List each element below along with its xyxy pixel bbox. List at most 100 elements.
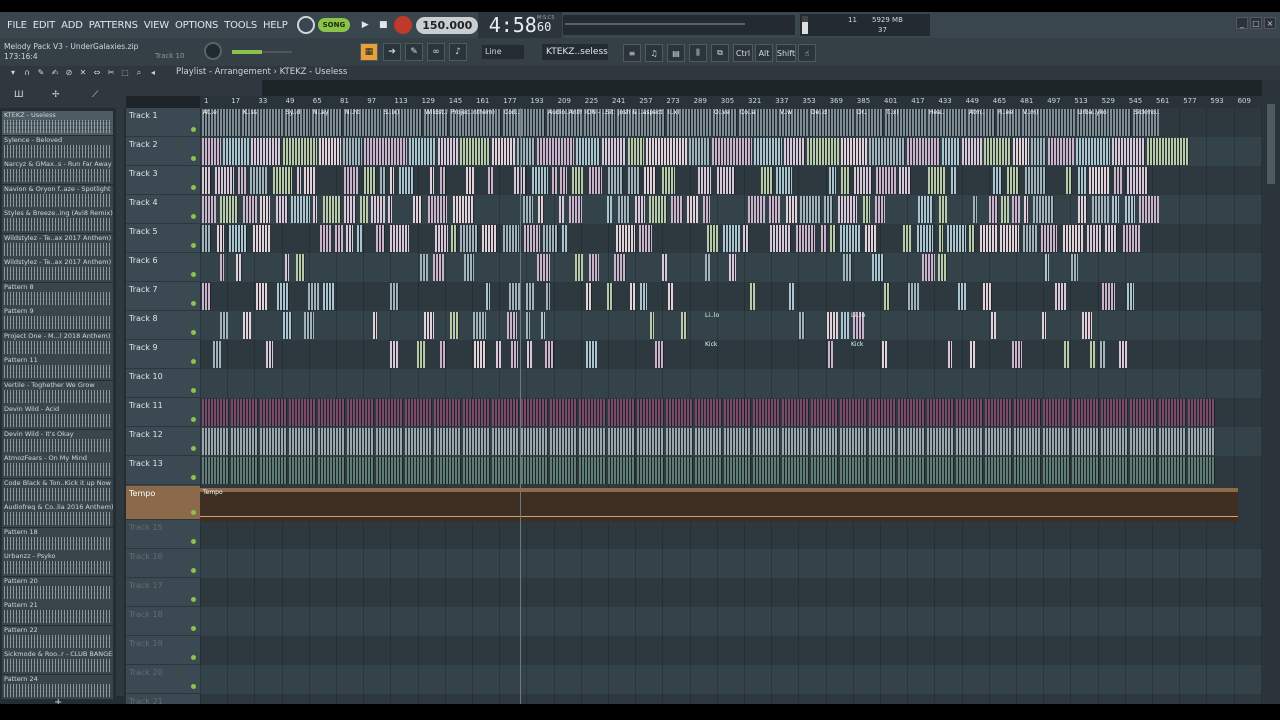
audio-clip[interactable]: [202, 457, 229, 484]
audio-clip[interactable]: [473, 312, 486, 339]
audio-clip[interactable]: [898, 428, 925, 455]
audio-clip[interactable]: [360, 196, 368, 223]
track-lane[interactable]: [200, 311, 1262, 340]
track-enable-icon[interactable]: [191, 510, 196, 515]
picker-item[interactable]: Devin Wild - Acid: [2, 405, 113, 429]
audio-clip[interactable]: [717, 167, 735, 194]
audio-clip[interactable]: [1023, 225, 1037, 252]
track-header[interactable]: Track 20: [126, 665, 200, 694]
audio-clip[interactable]: [869, 399, 896, 426]
audio-clip[interactable]: [985, 457, 1012, 484]
audio-clip[interactable]: [1159, 399, 1186, 426]
audio-clip[interactable]: [898, 399, 925, 426]
audio-clip[interactable]: V..w: [779, 109, 808, 136]
track-header[interactable]: Track 2: [126, 137, 200, 166]
audio-clip[interactable]: [291, 196, 310, 223]
audio-clip[interactable]: Hea..: [928, 109, 966, 136]
audio-clip[interactable]: [830, 225, 836, 252]
audio-clip[interactable]: [1076, 138, 1110, 165]
audio-clip[interactable]: [1125, 196, 1135, 223]
audio-clip[interactable]: [939, 196, 947, 223]
audio-clip[interactable]: [434, 399, 461, 426]
audio-clip[interactable]: [1101, 457, 1128, 484]
audio-clip[interactable]: [662, 254, 667, 281]
close-icon[interactable]: ×: [1264, 17, 1276, 29]
audio-clip[interactable]: [969, 225, 975, 252]
audio-clip[interactable]: Projec..nthem): [450, 109, 501, 136]
audio-clip[interactable]: [748, 196, 765, 223]
track-header[interactable]: Track 10: [126, 369, 200, 398]
audio-clip[interactable]: [687, 196, 698, 223]
track-header[interactable]: Track 16: [126, 549, 200, 578]
audio-clip[interactable]: [440, 341, 446, 368]
audio-clip[interactable]: [984, 138, 1011, 165]
link-icon[interactable]: ∞: [427, 43, 445, 61]
audio-clip[interactable]: [942, 138, 960, 165]
audio-clip[interactable]: [1072, 399, 1099, 426]
audio-clip[interactable]: [607, 283, 613, 310]
audio-clip[interactable]: [1007, 167, 1019, 194]
menu-edit[interactable]: EDIT: [30, 20, 58, 31]
audio-clip[interactable]: [695, 457, 722, 484]
audio-clip[interactable]: [579, 457, 606, 484]
audio-clip[interactable]: [420, 254, 428, 281]
audio-clip[interactable]: [1130, 399, 1157, 426]
audio-clip[interactable]: [323, 196, 341, 223]
audio-clip[interactable]: [405, 457, 432, 484]
track-enable-icon[interactable]: [191, 568, 196, 573]
audio-clip[interactable]: [840, 225, 860, 252]
audio-clip[interactable]: [586, 341, 597, 368]
audio-clip[interactable]: [750, 283, 755, 310]
audio-clip[interactable]: T..x): [885, 109, 926, 136]
audio-clip[interactable]: [451, 225, 457, 252]
audio-clip[interactable]: [840, 399, 867, 426]
track-header[interactable]: Track 9: [126, 340, 200, 369]
audio-clip[interactable]: [1064, 341, 1069, 368]
audio-clip[interactable]: [1043, 399, 1070, 426]
audio-clip[interactable]: [347, 399, 374, 426]
audio-clip[interactable]: [872, 254, 884, 281]
picker-item[interactable]: Code Black & Ton..Kick it up Now: [2, 478, 113, 503]
audio-clip[interactable]: [289, 457, 316, 484]
pattern-selector[interactable]: KTEKZ..seless: [542, 44, 608, 60]
picker-item[interactable]: Narcyz & GMax..s - Run Far Away: [2, 160, 113, 184]
audio-clip[interactable]: [202, 225, 211, 252]
audio-clip[interactable]: [898, 457, 925, 484]
audio-clip[interactable]: [980, 225, 997, 252]
audio-clip[interactable]: [1072, 428, 1099, 455]
audio-clip[interactable]: Cod..: [503, 109, 545, 136]
select-icon[interactable]: ⬚: [120, 67, 130, 78]
snap-select[interactable]: Line: [482, 45, 524, 59]
audio-clip[interactable]: [1105, 225, 1117, 252]
audio-clip[interactable]: [376, 457, 403, 484]
audio-clip[interactable]: [666, 428, 693, 455]
audio-clip[interactable]: [602, 138, 626, 165]
audio-clip[interactable]: [409, 138, 436, 165]
audio-clip[interactable]: [789, 283, 794, 310]
track-enable-icon[interactable]: [191, 330, 196, 335]
audio-clip[interactable]: [796, 225, 815, 252]
audio-clip[interactable]: [202, 399, 229, 426]
picker-item[interactable]: Vertile - Toghether We Grow: [2, 380, 113, 405]
audio-clip[interactable]: [541, 312, 545, 339]
playhead[interactable]: [520, 108, 521, 704]
audio-clip[interactable]: [546, 283, 550, 310]
audio-clip[interactable]: [256, 283, 267, 310]
audio-clip[interactable]: [646, 138, 687, 165]
track-header[interactable]: Tempo: [126, 486, 200, 520]
audio-clip[interactable]: [841, 167, 850, 194]
playlist-view-icon[interactable]: ▦: [360, 43, 378, 61]
audio-clip[interactable]: [575, 254, 583, 281]
audio-clip[interactable]: [782, 399, 809, 426]
audio-clip[interactable]: [231, 399, 258, 426]
track-enable-icon[interactable]: [191, 185, 196, 190]
audio-clip[interactable]: [786, 196, 797, 223]
audio-clip[interactable]: [202, 283, 211, 310]
audio-clip[interactable]: [405, 428, 432, 455]
audio-clip[interactable]: [545, 341, 554, 368]
audio-clip[interactable]: [811, 428, 838, 455]
audio-clip[interactable]: [217, 225, 224, 252]
draw-icon[interactable]: ✎: [36, 67, 46, 78]
audio-clip[interactable]: [869, 457, 896, 484]
picker-item[interactable]: Pattern 21: [2, 601, 113, 625]
